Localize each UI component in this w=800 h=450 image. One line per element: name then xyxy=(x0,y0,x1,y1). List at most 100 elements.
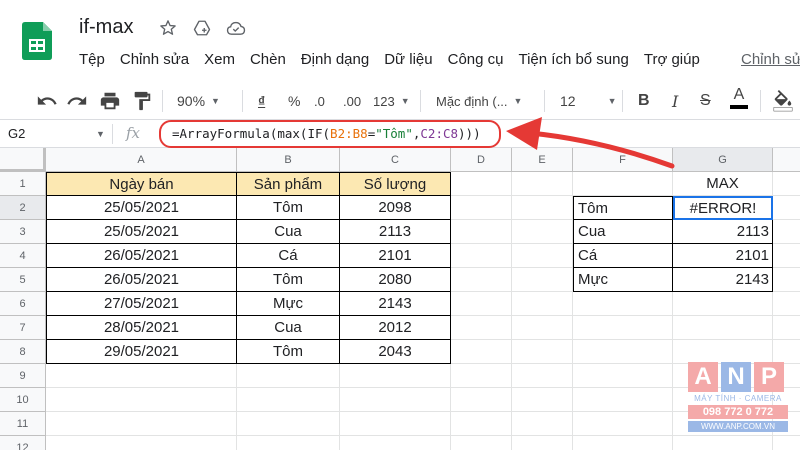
table-cell[interactable]: Cua xyxy=(237,316,340,340)
font-family-select[interactable]: Mặc định (... ▼ xyxy=(436,89,522,113)
table-cell[interactable]: Cua xyxy=(237,220,340,244)
grid-cell[interactable] xyxy=(773,220,800,244)
grid-cell[interactable] xyxy=(46,412,237,436)
row-header[interactable]: 11 xyxy=(0,412,46,436)
cloud-saved-icon[interactable] xyxy=(226,18,246,38)
grid-cell[interactable] xyxy=(773,292,800,316)
grid-cell[interactable] xyxy=(237,436,340,450)
grid-cell[interactable] xyxy=(340,388,451,412)
grid-cell[interactable] xyxy=(451,412,512,436)
menu-insert[interactable]: Chèn xyxy=(250,51,286,68)
increase-decimal-button[interactable]: .00 xyxy=(343,89,361,113)
grid-cell[interactable] xyxy=(512,172,573,196)
table-header-cell[interactable]: Sản phẩm xyxy=(237,172,340,196)
grid-cell[interactable] xyxy=(512,244,573,268)
row-header[interactable]: 12 xyxy=(0,436,46,450)
name-box[interactable]: G2 xyxy=(8,126,25,141)
table-cell[interactable]: 2143 xyxy=(340,292,451,316)
row-header[interactable]: 1 xyxy=(0,172,46,196)
grid-cell[interactable] xyxy=(340,412,451,436)
column-header-g[interactable]: G xyxy=(673,148,773,172)
bold-button[interactable]: B xyxy=(638,89,650,113)
grid-cell[interactable] xyxy=(573,364,673,388)
table-cell[interactable]: 28/05/2021 xyxy=(46,316,237,340)
grid-cell[interactable] xyxy=(573,412,673,436)
redo-icon[interactable] xyxy=(66,89,88,113)
table-cell[interactable]: 26/05/2021 xyxy=(46,244,237,268)
max-label-cell[interactable]: Mực xyxy=(573,268,673,292)
table-cell[interactable]: Tôm xyxy=(237,196,340,220)
grid-cell[interactable] xyxy=(512,316,573,340)
grid-cell[interactable] xyxy=(773,172,800,196)
select-all-corner[interactable] xyxy=(0,148,46,172)
column-header-a[interactable]: A xyxy=(46,148,237,172)
table-cell[interactable]: 25/05/2021 xyxy=(46,220,237,244)
grid-cell[interactable] xyxy=(237,412,340,436)
menu-file[interactable]: Tệp xyxy=(79,51,105,68)
grid-cell[interactable] xyxy=(673,292,773,316)
row-header[interactable]: 7 xyxy=(0,316,46,340)
grid-cell[interactable] xyxy=(573,316,673,340)
grid-cell[interactable] xyxy=(573,292,673,316)
table-cell[interactable]: 2101 xyxy=(340,244,451,268)
menu-edit[interactable]: Chỉnh sửa xyxy=(120,51,189,68)
menu-addons[interactable]: Tiện ích bổ sung xyxy=(518,51,628,68)
grid-cell[interactable] xyxy=(512,340,573,364)
grid-cell[interactable] xyxy=(512,268,573,292)
grid-cell[interactable] xyxy=(512,388,573,412)
row-header[interactable]: 10 xyxy=(0,388,46,412)
grid-cell[interactable] xyxy=(237,388,340,412)
strikethrough-button[interactable]: S xyxy=(700,89,711,113)
grid-cell[interactable] xyxy=(46,364,237,388)
column-header-h[interactable] xyxy=(773,148,800,172)
more-formats-select[interactable]: 123 ▼ xyxy=(373,89,410,113)
table-cell[interactable]: 2113 xyxy=(340,220,451,244)
grid-cell[interactable] xyxy=(451,340,512,364)
grid-cell[interactable] xyxy=(573,436,673,450)
max-value-cell-selected[interactable]: #ERROR! xyxy=(673,196,773,220)
paint-format-icon[interactable] xyxy=(131,89,153,113)
row-header[interactable]: 2 xyxy=(0,196,46,220)
column-header-b[interactable]: B xyxy=(237,148,340,172)
sheets-logo-icon[interactable] xyxy=(22,22,52,60)
undo-icon[interactable] xyxy=(36,89,58,113)
grid-cell[interactable] xyxy=(673,340,773,364)
menu-format[interactable]: Định dạng xyxy=(301,51,369,68)
table-cell[interactable]: 2043 xyxy=(340,340,451,364)
grid-cell[interactable] xyxy=(573,388,673,412)
table-cell[interactable]: 2098 xyxy=(340,196,451,220)
grid-cell[interactable] xyxy=(451,316,512,340)
table-cell[interactable]: Cá xyxy=(237,244,340,268)
max-header-cell[interactable]: MAX xyxy=(673,172,773,196)
italic-button[interactable]: I xyxy=(672,89,678,113)
zoom-select[interactable]: 90% ▼ xyxy=(177,89,220,113)
grid-cell[interactable] xyxy=(573,340,673,364)
table-cell[interactable]: 26/05/2021 xyxy=(46,268,237,292)
table-cell[interactable]: 25/05/2021 xyxy=(46,196,237,220)
column-header-e[interactable]: E xyxy=(512,148,573,172)
grid-cell[interactable] xyxy=(512,196,573,220)
grid-cell[interactable] xyxy=(773,196,800,220)
move-to-drive-icon[interactable] xyxy=(192,18,212,38)
column-header-d[interactable]: D xyxy=(451,148,512,172)
column-header-c[interactable]: C xyxy=(340,148,451,172)
table-cell[interactable]: 2080 xyxy=(340,268,451,292)
table-header-cell[interactable]: Ngày bán xyxy=(46,172,237,196)
table-cell[interactable]: 2012 xyxy=(340,316,451,340)
text-color-button[interactable]: A xyxy=(730,86,748,114)
font-size-select[interactable]: 12 ▼ xyxy=(560,89,617,113)
menu-view[interactable]: Xem xyxy=(204,51,235,68)
grid-cell[interactable] xyxy=(773,316,800,340)
table-cell[interactable]: 29/05/2021 xyxy=(46,340,237,364)
max-label-cell[interactable]: Cá xyxy=(573,244,673,268)
formula-input[interactable]: =ArrayFormula(max(IF(B2:B8="Tôm",C2:C8))… xyxy=(172,126,481,141)
grid-cell[interactable] xyxy=(451,268,512,292)
grid-cell[interactable] xyxy=(340,436,451,450)
grid-cell[interactable] xyxy=(512,436,573,450)
chevron-down-icon[interactable]: ▼ xyxy=(96,129,105,139)
table-cell[interactable]: Tôm xyxy=(237,340,340,364)
decrease-decimal-button[interactable]: .0 xyxy=(314,89,325,113)
max-value-cell[interactable]: 2143 xyxy=(673,268,773,292)
grid-cell[interactable] xyxy=(340,364,451,388)
currency-format-button[interactable]: ₫ xyxy=(258,89,265,113)
